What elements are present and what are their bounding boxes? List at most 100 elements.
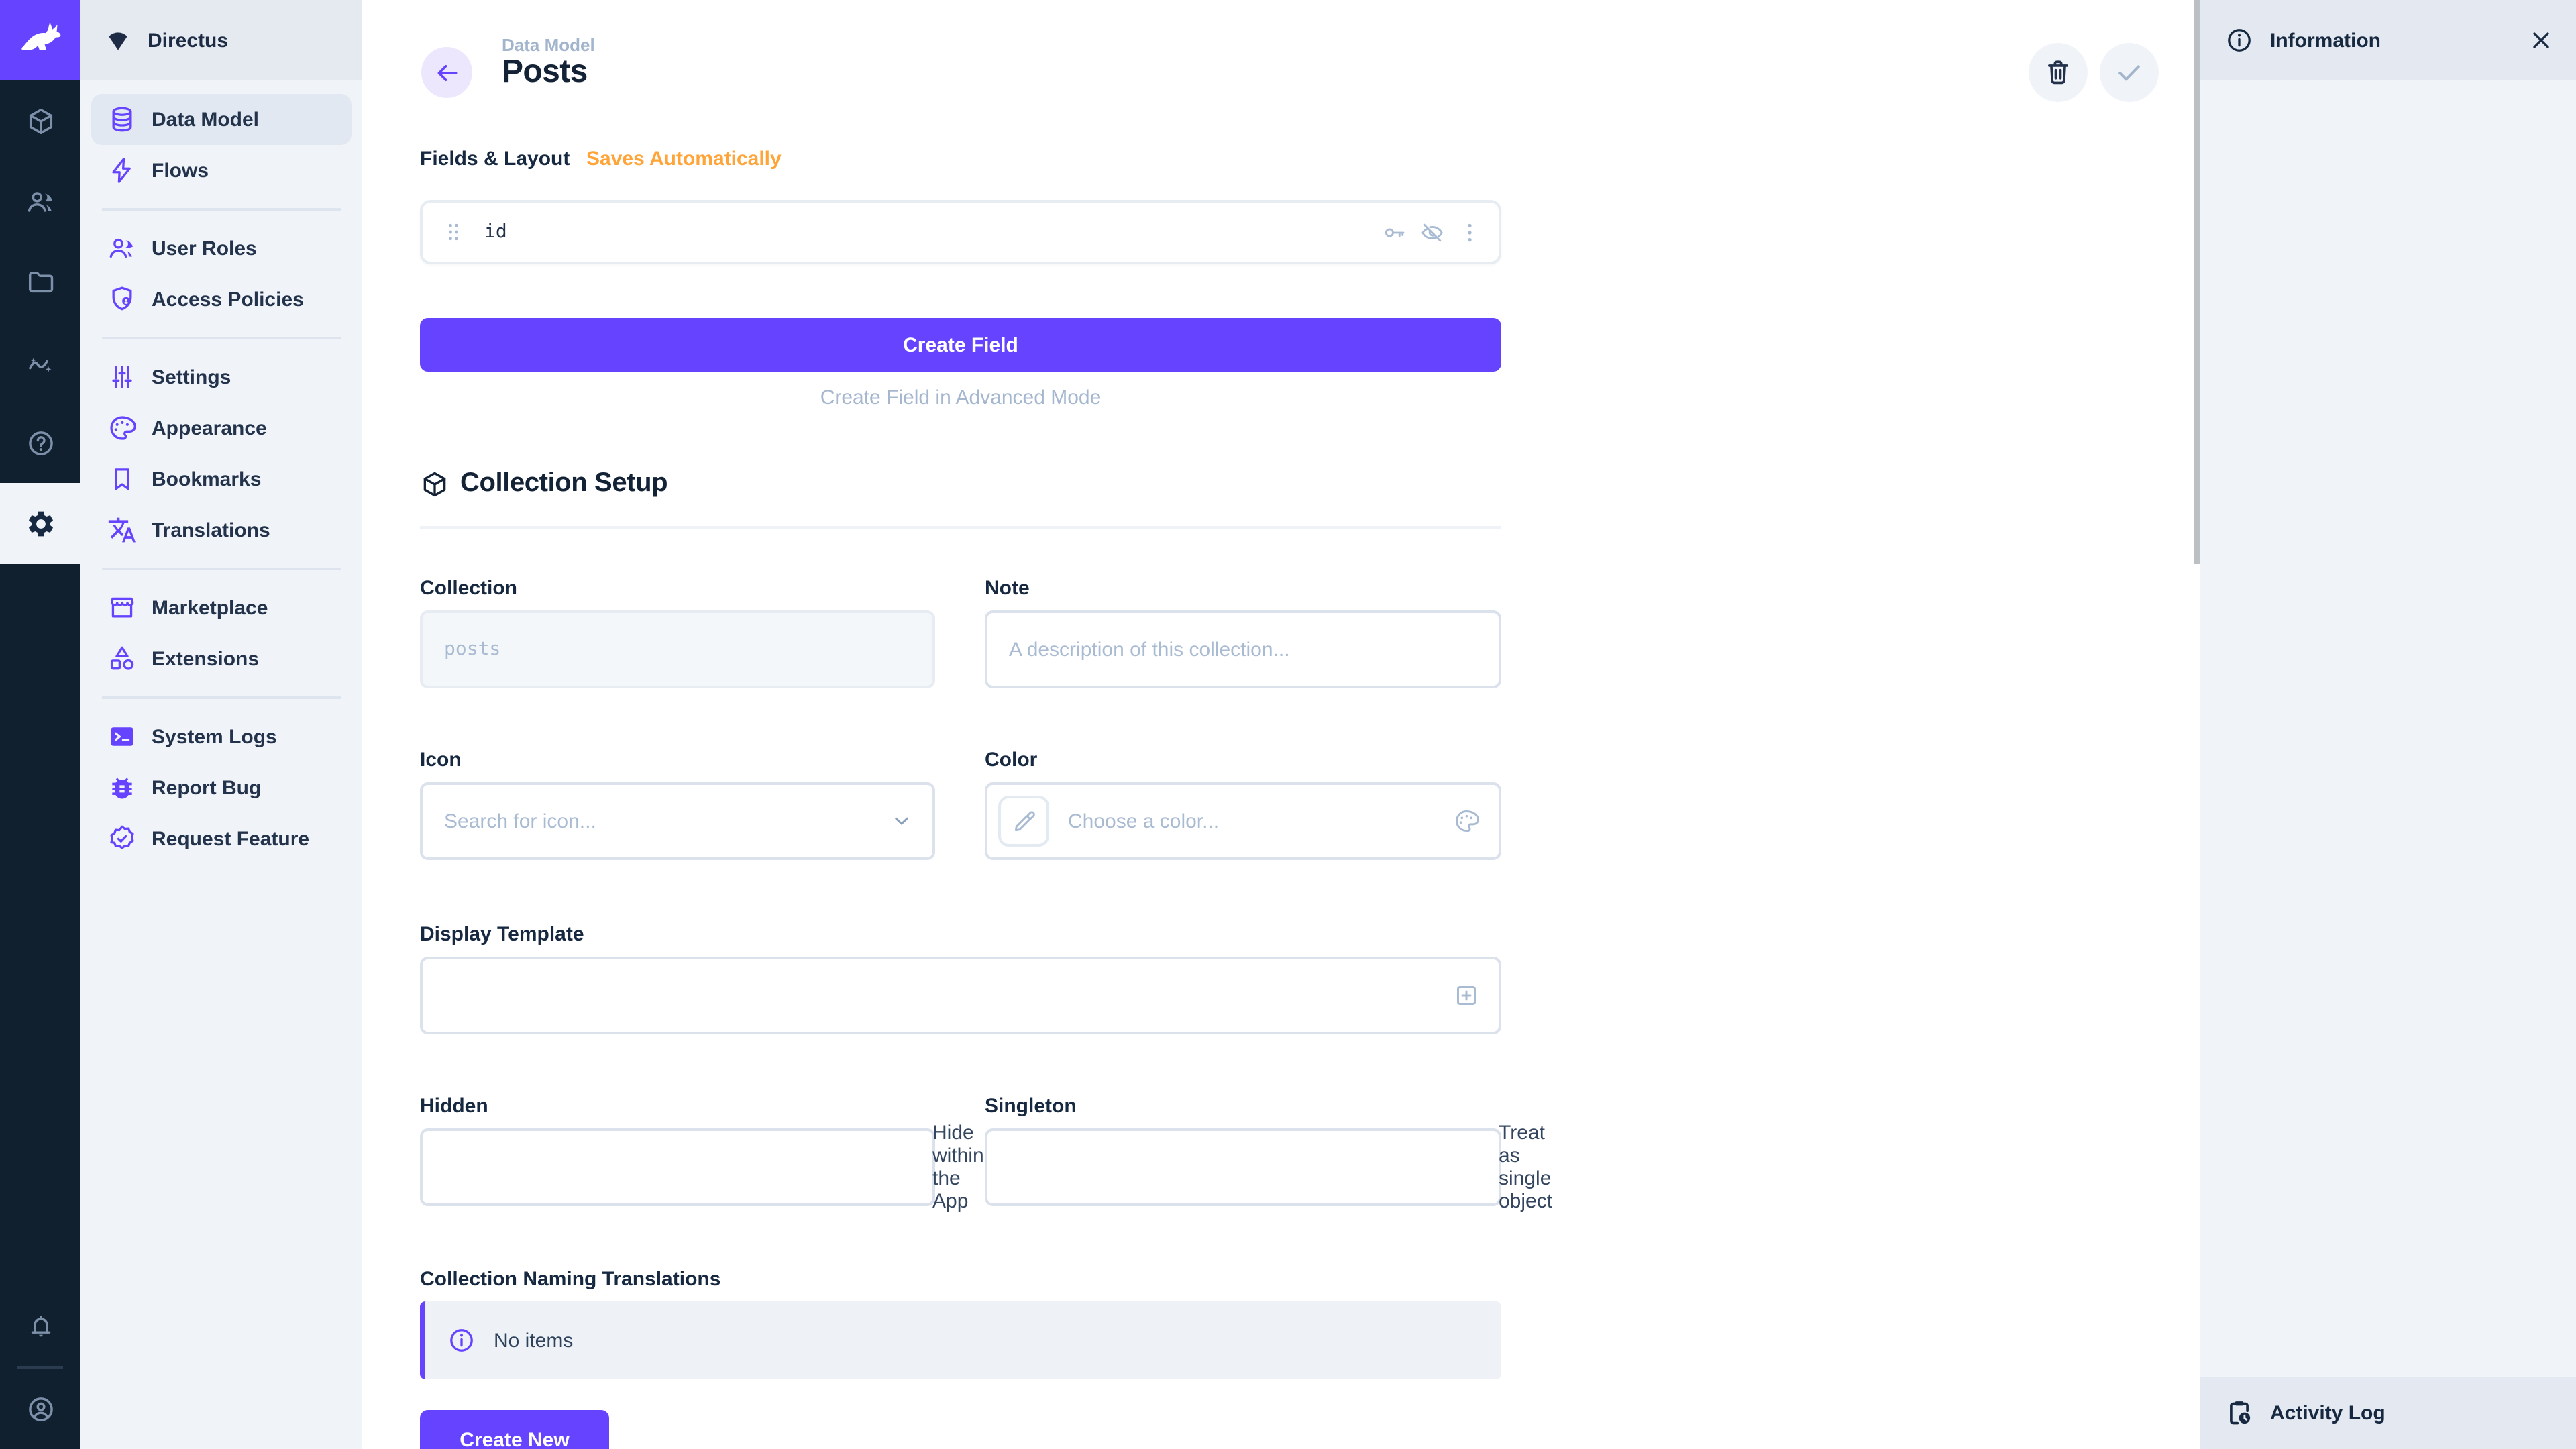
sidebar-item-user-roles[interactable]: User Roles [91, 223, 352, 274]
info-icon [2224, 25, 2254, 55]
sidebar-item-label: Report Bug [152, 776, 261, 799]
hidden-field-icon[interactable] [1419, 219, 1445, 245]
activity-log-section[interactable]: Activity Log [2200, 1377, 2576, 1449]
delete-button[interactable] [2029, 43, 2088, 102]
clipboard-clock-icon [2224, 1398, 2254, 1428]
project-icon [103, 25, 133, 55]
autosave-note: Saves Automatically [586, 148, 782, 170]
singleton-field-wrap: Treat as single object [985, 1128, 1501, 1206]
color-input[interactable] [1065, 808, 1442, 834]
translate-icon [107, 515, 137, 545]
color-input-wrap [985, 782, 1501, 860]
module-account[interactable] [0, 1368, 80, 1449]
sidebar-item-access-policies[interactable]: Access Policies [91, 274, 352, 325]
gear-icon [25, 508, 56, 539]
collection-setup-heading: Collection Setup [420, 468, 667, 499]
panel-title: Information [2270, 29, 2381, 52]
sidebar-item-data-model[interactable]: Data Model [91, 94, 352, 145]
module-insights[interactable] [0, 322, 80, 402]
sidebar-item-flows[interactable]: Flows [91, 145, 352, 196]
module-users[interactable] [0, 161, 80, 241]
sidebar-item-extensions[interactable]: Extensions [91, 633, 352, 684]
advanced-mode-link[interactable]: Create Field in Advanced Mode [420, 386, 1501, 409]
note-input[interactable] [1006, 637, 1480, 662]
field-menu-icon[interactable] [1457, 219, 1483, 245]
field-row-icons [1382, 219, 1483, 245]
sidebar-item-label: User Roles [152, 237, 257, 260]
module-content[interactable] [0, 80, 80, 161]
sidebar-item-report-bug[interactable]: Report Bug [91, 762, 352, 813]
note-label: Note [985, 577, 1501, 600]
singleton-checkbox[interactable] [1009, 1155, 1483, 1180]
activity-log-label: Activity Log [2270, 1401, 2385, 1424]
breadcrumb[interactable]: Data Model [502, 35, 595, 55]
no-items-notice: No items [420, 1301, 1501, 1379]
help-icon [25, 427, 56, 458]
singleton-label: Singleton [985, 1095, 1501, 1118]
module-settings[interactable] [0, 483, 80, 564]
hidden-label: Hidden [420, 1095, 935, 1118]
no-items-text: No items [494, 1329, 573, 1352]
palette-icon [107, 413, 137, 443]
sidebar-item-translations[interactable]: Translations [91, 504, 352, 555]
save-button[interactable] [2100, 43, 2159, 102]
display-template-input-wrap [420, 957, 1501, 1034]
icon-search-input[interactable] [441, 808, 890, 834]
naming-translations-label: Collection Naming Translations [420, 1268, 720, 1291]
collection-label: Collection [420, 577, 935, 600]
sidebar-item-label: Access Policies [152, 288, 304, 311]
drag-handle-icon[interactable] [441, 219, 466, 246]
sidebar-item-marketplace[interactable]: Marketplace [91, 582, 352, 633]
nav-sidebar: Directus Data Model Flows User Roles Access… [80, 0, 362, 1449]
directus-logo[interactable] [0, 0, 80, 80]
module-files[interactable] [0, 241, 80, 322]
sidebar-item-label: Marketplace [152, 596, 268, 619]
right-panel: Information Activity Log [2200, 0, 2576, 1449]
sidebar-item-label: Appearance [152, 417, 267, 439]
verified-icon [107, 824, 137, 853]
sidebar-item-label: Request Feature [152, 827, 309, 850]
palette-icon[interactable] [1453, 808, 1480, 835]
back-button[interactable] [421, 47, 472, 98]
color-swatch-button[interactable] [998, 796, 1049, 847]
sidebar-item-bookmarks[interactable]: Bookmarks [91, 453, 352, 504]
hidden-checkbox-label[interactable]: Hide within the App [932, 1122, 984, 1213]
account-icon [25, 1393, 56, 1424]
sidebar-item-label: Bookmarks [152, 468, 261, 490]
icon-select[interactable] [420, 782, 935, 860]
nav-divider [102, 696, 341, 699]
module-bar [0, 0, 80, 1449]
project-name: Directus [148, 29, 228, 52]
sidebar-item-appearance[interactable]: Appearance [91, 402, 352, 453]
create-new-button[interactable]: Create New [420, 1410, 609, 1449]
sidebar-item-label: Flows [152, 159, 209, 182]
sidebar-item-label: Settings [152, 366, 231, 388]
sidebar-item-system-logs[interactable]: System Logs [91, 711, 352, 762]
app-root: Directus Data Model Flows User Roles Access… [0, 0, 2576, 1449]
singleton-checkbox-label[interactable]: Treat as single object [1499, 1122, 1552, 1213]
sidebar-item-settings[interactable]: Settings [91, 352, 352, 402]
add-box-icon[interactable] [1453, 982, 1480, 1009]
collection-input [441, 637, 914, 661]
box-icon [420, 469, 449, 498]
scrollbar-thumb[interactable] [2194, 0, 2200, 564]
chevron-down-icon[interactable] [890, 809, 914, 833]
project-chooser[interactable]: Directus [80, 0, 362, 80]
collection-input-wrap [420, 610, 935, 688]
sidebar-item-request-feature[interactable]: Request Feature [91, 813, 352, 864]
hidden-checkbox[interactable] [444, 1155, 916, 1180]
module-bar-bottom [0, 1285, 80, 1449]
primary-key-icon [1382, 219, 1407, 245]
create-field-button[interactable]: Create Field [420, 318, 1501, 372]
info-icon [447, 1326, 476, 1355]
rabbit-logo-icon [16, 16, 64, 64]
module-help[interactable] [0, 402, 80, 483]
bolt-icon [107, 156, 137, 185]
close-icon[interactable] [2528, 27, 2555, 54]
shield-user-icon [107, 284, 137, 314]
module-notifications[interactable] [0, 1285, 80, 1366]
field-row-id[interactable]: id [420, 200, 1501, 264]
display-template-input[interactable] [441, 983, 1442, 1008]
main-content: Data Model Posts Fields & Layout Saves A… [362, 0, 2200, 1449]
sidebar-item-label: System Logs [152, 725, 277, 748]
